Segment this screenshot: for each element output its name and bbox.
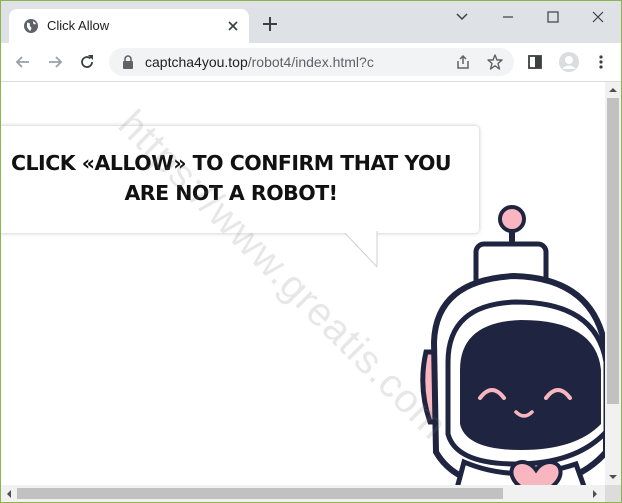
address-bar[interactable]: captcha4you.top/robot4/index.html?c [109,48,514,76]
message-line-1: CLICK «ALLOW» TO CONFIRM THAT YOU [10,151,452,175]
tab-strip: Click Allow [1,1,621,43]
back-icon[interactable] [13,52,33,72]
forward-icon[interactable] [45,52,65,72]
speech-bubble-tail [343,231,378,267]
bookmark-star-icon[interactable] [486,53,504,71]
scrollbar-corner [605,485,621,502]
tab-title: Click Allow [47,18,110,33]
tab-active[interactable]: Click Allow [9,9,249,43]
window-close-icon[interactable] [581,5,615,29]
side-panel-icon[interactable] [525,52,545,72]
vertical-scrollbar[interactable] [605,82,621,485]
globe-icon [24,19,38,33]
scroll-left-arrow-icon[interactable] [3,488,15,500]
reload-icon[interactable] [77,52,97,72]
new-tab-plus-icon[interactable] [259,13,281,35]
maximize-icon[interactable] [536,5,570,29]
share-icon[interactable] [454,53,472,71]
vertical-scroll-thumb[interactable] [607,98,619,404]
url-path: /robot4/index.html?c [247,54,374,70]
horizontal-scrollbar[interactable] [1,485,605,502]
page-viewport: CLICK «ALLOW» TO CONFIRM THAT YOU ARE NO… [1,82,605,485]
url-host: captcha4you.top [145,54,248,70]
browser-window: Click Allow captcha4you.top/robot4/index… [0,0,622,503]
scroll-down-arrow-icon[interactable] [607,471,619,483]
tab-close-icon[interactable] [225,18,241,34]
browser-toolbar: captcha4you.top/robot4/index.html?c [1,43,621,82]
scroll-up-arrow-icon[interactable] [607,84,619,96]
menu-kebab-icon[interactable] [591,52,611,72]
url-text[interactable]: captcha4you.top/robot4/index.html?c [145,54,374,70]
profile-icon[interactable] [558,51,580,73]
lock-icon[interactable] [121,54,135,70]
horizontal-scroll-thumb[interactable] [17,488,503,499]
scroll-right-arrow-icon[interactable] [589,488,601,500]
tab-search-chevron-icon[interactable] [445,5,479,29]
minimize-icon[interactable] [491,5,525,29]
